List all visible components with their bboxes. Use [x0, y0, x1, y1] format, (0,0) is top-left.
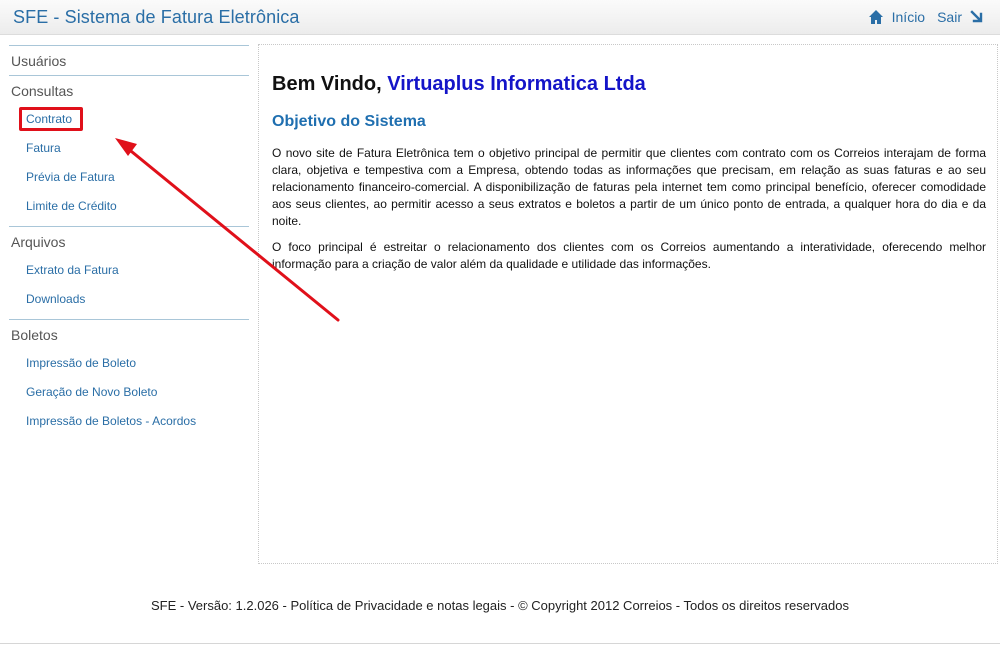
sidebar-item-fatura[interactable]: Fatura: [9, 134, 249, 163]
focus-paragraph: O foco principal é estreitar o relaciona…: [272, 240, 986, 271]
main-content: Bem Vindo, Virtuaplus Informatica Ltda O…: [258, 44, 998, 564]
objective-paragraph: O novo site de Fatura Eletrônica tem o o…: [272, 146, 986, 228]
sidebar-group-usuarios: Usuários: [9, 45, 249, 75]
sidebar-item-geracao-boleto[interactable]: Geração de Novo Boleto: [9, 378, 249, 407]
sidebar-heading[interactable]: Boletos: [9, 320, 249, 349]
sidebar-heading[interactable]: Consultas: [9, 76, 249, 105]
sidebar-heading[interactable]: Usuários: [9, 46, 249, 75]
sidebar-group-consultas: Consultas Contrato Fatura Prévia de Fatu…: [9, 75, 249, 221]
company-name: Virtuaplus Informatica Ltda: [387, 73, 646, 95]
app-title: SFE - Sistema de Fatura Eletrônica: [13, 7, 300, 27]
sidebar-item-extrato-fatura[interactable]: Extrato da Fatura: [9, 256, 249, 285]
sidebar-item-impressao-boleto[interactable]: Impressão de Boleto: [9, 349, 249, 378]
welcome-prefix: Bem Vindo,: [272, 73, 382, 95]
exit-arrow-icon[interactable]: [970, 10, 984, 24]
sidebar-item-downloads[interactable]: Downloads: [9, 285, 249, 314]
footer: SFE - Versão: 1.2.026 - Política de Priv…: [151, 598, 849, 613]
top-links: Início Sair: [868, 9, 984, 25]
welcome-heading: Bem Vindo, Virtuaplus Informatica Ltda: [272, 73, 646, 96]
exit-link[interactable]: Sair: [937, 9, 962, 25]
home-link[interactable]: Início: [892, 9, 925, 25]
home-icon[interactable]: [868, 9, 884, 25]
annotation-highlight-box: Contrato: [19, 107, 84, 131]
sidebar-heading[interactable]: Arquivos: [9, 227, 249, 256]
sidebar-item-limite-credito[interactable]: Limite de Crédito: [9, 192, 249, 221]
sidebar-group-boletos: Boletos Impressão de Boleto Geração de N…: [9, 319, 249, 436]
sidebar: Usuários Consultas Contrato Fatura Prévi…: [9, 45, 249, 436]
sidebar-item-impressao-boletos-acordos[interactable]: Impressão de Boletos - Acordos: [9, 407, 249, 436]
top-bar: SFE - Sistema de Fatura Eletrônica Iníci…: [0, 0, 1000, 35]
objective-title: Objetivo do Sistema: [272, 113, 426, 130]
bottom-divider: [0, 643, 1000, 644]
sidebar-item-previa-fatura[interactable]: Prévia de Fatura: [9, 163, 249, 192]
sidebar-group-arquivos: Arquivos Extrato da Fatura Downloads: [9, 226, 249, 314]
sidebar-item-contrato[interactable]: Contrato: [9, 105, 249, 134]
